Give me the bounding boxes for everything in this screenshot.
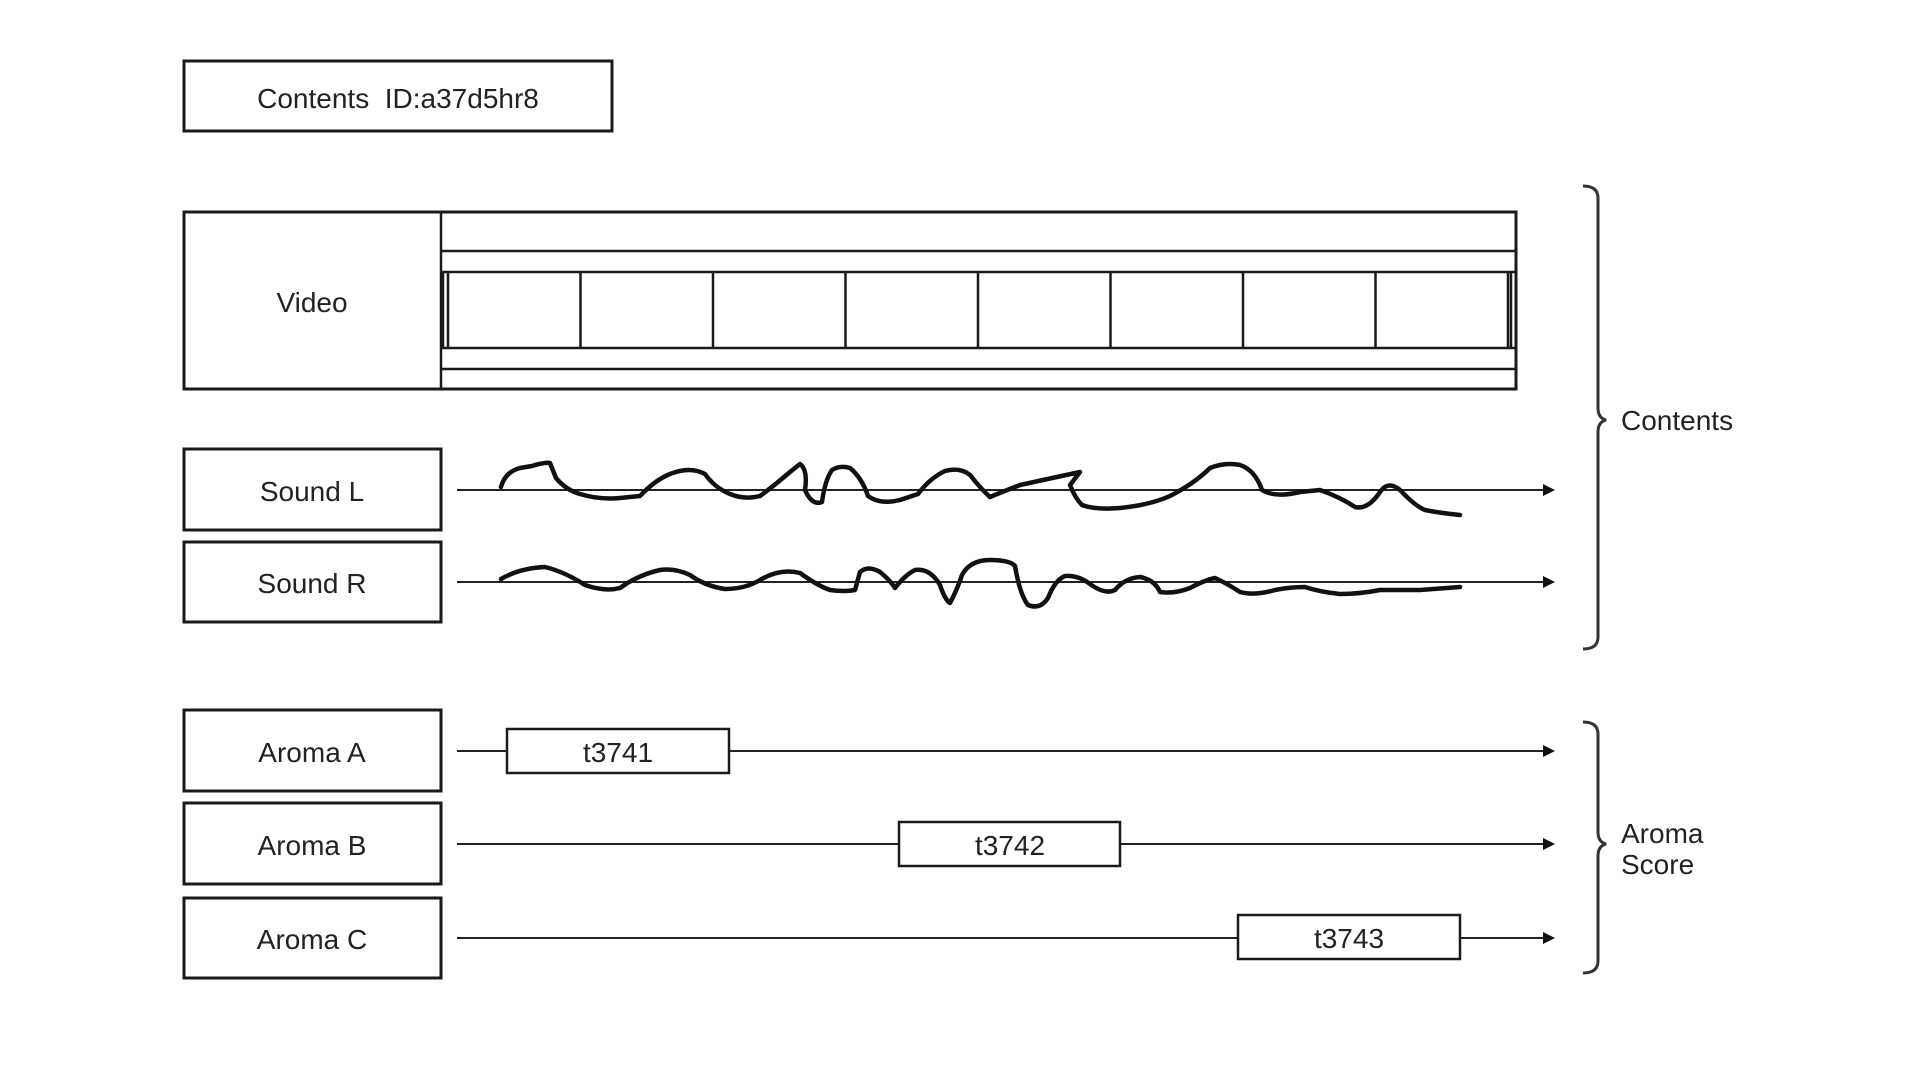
- aroma-b-track: Aroma B t3742: [182, 801, 1555, 886]
- aroma-a-segment-label: t3741: [583, 737, 653, 768]
- aroma-a-segment[interactable]: t3741: [505, 727, 731, 775]
- aroma-score-brace: Aroma Score: [1582, 720, 1704, 975]
- aroma-score-label-line1: Aroma: [1621, 818, 1704, 849]
- aroma-a-label: Aroma A: [258, 737, 366, 768]
- aroma-c-segment[interactable]: t3743: [1236, 913, 1462, 961]
- aroma-b-segment[interactable]: t3742: [897, 820, 1122, 868]
- contents-timeline-diagram: Contents ID:a37d5hr8 Video Sound L Sound…: [182, 59, 1733, 980]
- video-track: Video: [182, 210, 1518, 391]
- aroma-a-track: Aroma A t3741: [182, 708, 1555, 793]
- sound-l-track: Sound L: [182, 447, 1555, 532]
- aroma-score-label-line2: Score: [1621, 849, 1694, 880]
- contents-brace: Contents: [1582, 184, 1733, 651]
- aroma-c-label: Aroma C: [257, 924, 367, 955]
- aroma-b-segment-label: t3742: [975, 830, 1045, 861]
- sound-l-label: Sound L: [260, 476, 364, 507]
- aroma-c-segment-label: t3743: [1314, 923, 1384, 954]
- sound-l-waveform: [498, 460, 1463, 518]
- aroma-b-label: Aroma B: [258, 830, 367, 861]
- video-label: Video: [276, 287, 347, 318]
- sound-r-waveform: [498, 557, 1463, 609]
- contents-id-box: Contents ID:a37d5hr8: [182, 59, 614, 133]
- aroma-c-track: Aroma C t3743: [182, 896, 1555, 980]
- sound-r-track: Sound R: [182, 540, 1555, 624]
- contents-id-label: Contents ID:a37d5hr8: [257, 83, 539, 114]
- sound-r-label: Sound R: [258, 568, 367, 599]
- contents-group-label: Contents: [1621, 405, 1733, 436]
